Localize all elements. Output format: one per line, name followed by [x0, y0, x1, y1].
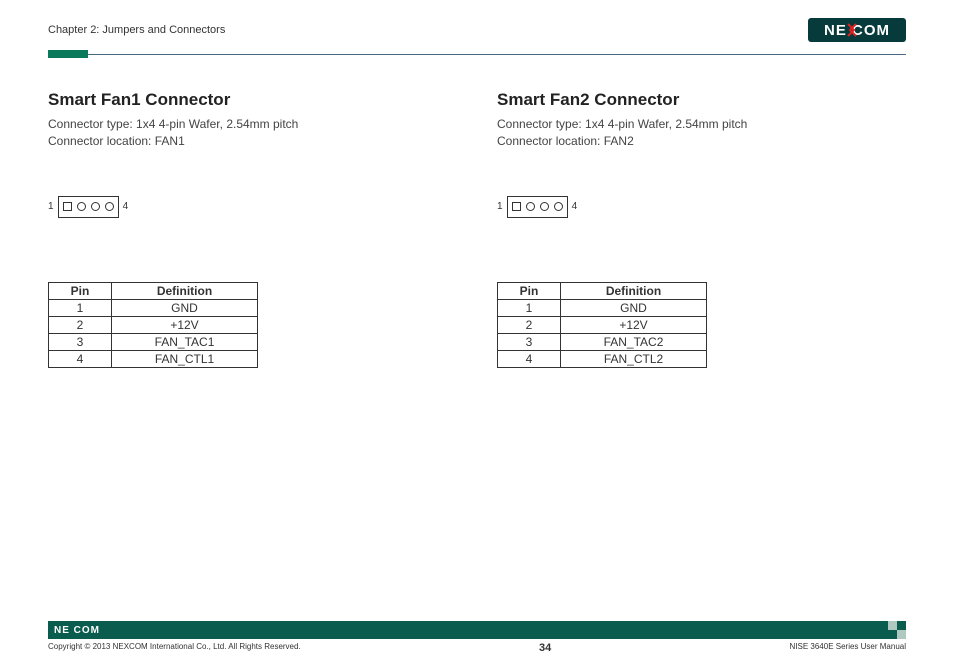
th-pin: Pin — [498, 282, 561, 299]
brand-logo: NE COM — [808, 18, 906, 42]
table-row: 4FAN_CTL2 — [498, 350, 707, 367]
table-row: 2+12V — [498, 316, 707, 333]
th-def: Definition — [112, 282, 258, 299]
section-fan1: Smart Fan1 Connector Connector type: 1x4… — [48, 90, 457, 368]
doc-name: NISE 3640E Series User Manual — [790, 642, 907, 651]
table-header-row: Pin Definition — [498, 282, 707, 299]
pin-1-icon — [512, 202, 521, 211]
table-row: 2+12V — [49, 316, 258, 333]
page-footer: NE COM Copyright © 2013 NEXCOM Internati… — [48, 621, 906, 654]
svg-text:NE COM: NE COM — [824, 22, 890, 39]
table-header-row: Pin Definition — [49, 282, 258, 299]
section-title: Smart Fan2 Connector — [497, 90, 906, 110]
copyright-text: Copyright © 2013 NEXCOM International Co… — [48, 642, 301, 651]
connector-type: Connector type: 1x4 4-pin Wafer, 2.54mm … — [48, 116, 457, 133]
connector-diagram: 1 4 — [497, 196, 906, 218]
pin-2-icon — [77, 202, 86, 211]
chapter-title: Chapter 2: Jumpers and Connectors — [48, 24, 225, 36]
pin-label-left: 1 — [497, 201, 503, 212]
pin-1-icon — [63, 202, 72, 211]
pinout-table: Pin Definition 1GND 2+12V 3FAN_TAC2 4FAN… — [497, 282, 707, 368]
table-row: 1GND — [498, 299, 707, 316]
footer-corner-icon — [888, 621, 906, 639]
pin-label-left: 1 — [48, 201, 54, 212]
pin-label-right: 4 — [572, 201, 578, 212]
pin-4-icon — [554, 202, 563, 211]
pin-label-right: 4 — [123, 201, 129, 212]
connector-location: Connector location: FAN2 — [497, 133, 906, 150]
connector-location: Connector location: FAN1 — [48, 133, 457, 150]
connector-type: Connector type: 1x4 4-pin Wafer, 2.54mm … — [497, 116, 906, 133]
pin-3-icon — [540, 202, 549, 211]
section-title: Smart Fan1 Connector — [48, 90, 457, 110]
page-number: 34 — [539, 642, 551, 654]
pin-2-icon — [526, 202, 535, 211]
table-row: 3FAN_TAC1 — [49, 333, 258, 350]
th-def: Definition — [561, 282, 707, 299]
pin-3-icon — [91, 202, 100, 211]
th-pin: Pin — [49, 282, 112, 299]
pinout-table: Pin Definition 1GND 2+12V 3FAN_TAC1 4FAN… — [48, 282, 258, 368]
footer-brand-logo: NE COM — [54, 625, 100, 636]
pin-4-icon — [105, 202, 114, 211]
connector-diagram: 1 4 — [48, 196, 457, 218]
table-row: 1GND — [49, 299, 258, 316]
table-row: 4FAN_CTL1 — [49, 350, 258, 367]
table-row: 3FAN_TAC2 — [498, 333, 707, 350]
section-fan2: Smart Fan2 Connector Connector type: 1x4… — [497, 90, 906, 368]
header-rule — [48, 50, 906, 58]
